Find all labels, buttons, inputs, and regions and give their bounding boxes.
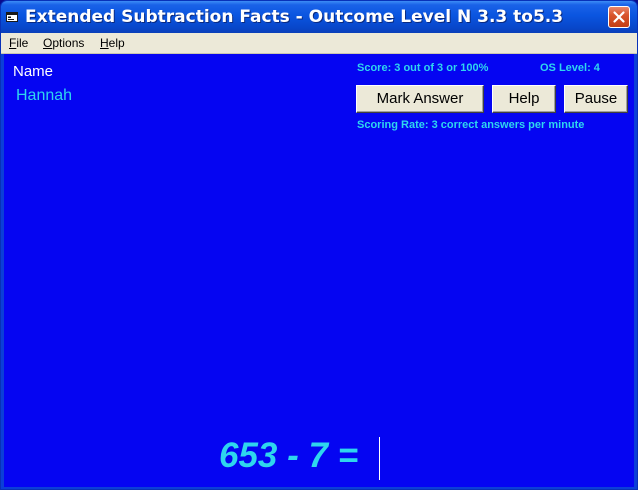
scoring-rate-readout: Scoring Rate: 3 correct answers per minu…	[357, 119, 585, 131]
title-bar[interactable]: Extended Subtraction Facts - Outcome Lev…	[1, 1, 637, 33]
problem-expression: 653 - 7 =	[219, 436, 359, 475]
app-window: Extended Subtraction Facts - Outcome Lev…	[0, 0, 638, 490]
menu-help[interactable]: Help	[100, 36, 125, 50]
pause-button[interactable]: Pause	[564, 85, 628, 113]
mark-answer-button[interactable]: Mark Answer	[356, 85, 484, 113]
menu-file[interactable]: File	[9, 36, 28, 50]
app-icon[interactable]	[6, 11, 18, 23]
close-button[interactable]	[608, 6, 630, 28]
close-icon	[613, 11, 625, 23]
os-level-readout: OS Level: 4	[540, 62, 600, 74]
student-name: Hannah	[16, 87, 73, 104]
main-panel: Name Hannah Score: 3 out of 3 or 100% OS…	[4, 54, 634, 487]
score-readout: Score: 3 out of 3 or 100%	[357, 62, 489, 74]
name-label: Name	[13, 63, 54, 80]
answer-input[interactable]	[379, 437, 439, 480]
window-title: Extended Subtraction Facts - Outcome Lev…	[25, 7, 564, 27]
help-button[interactable]: Help	[492, 85, 556, 113]
menu-bar: File Options Help	[1, 33, 637, 54]
menu-options[interactable]: Options	[43, 36, 84, 50]
